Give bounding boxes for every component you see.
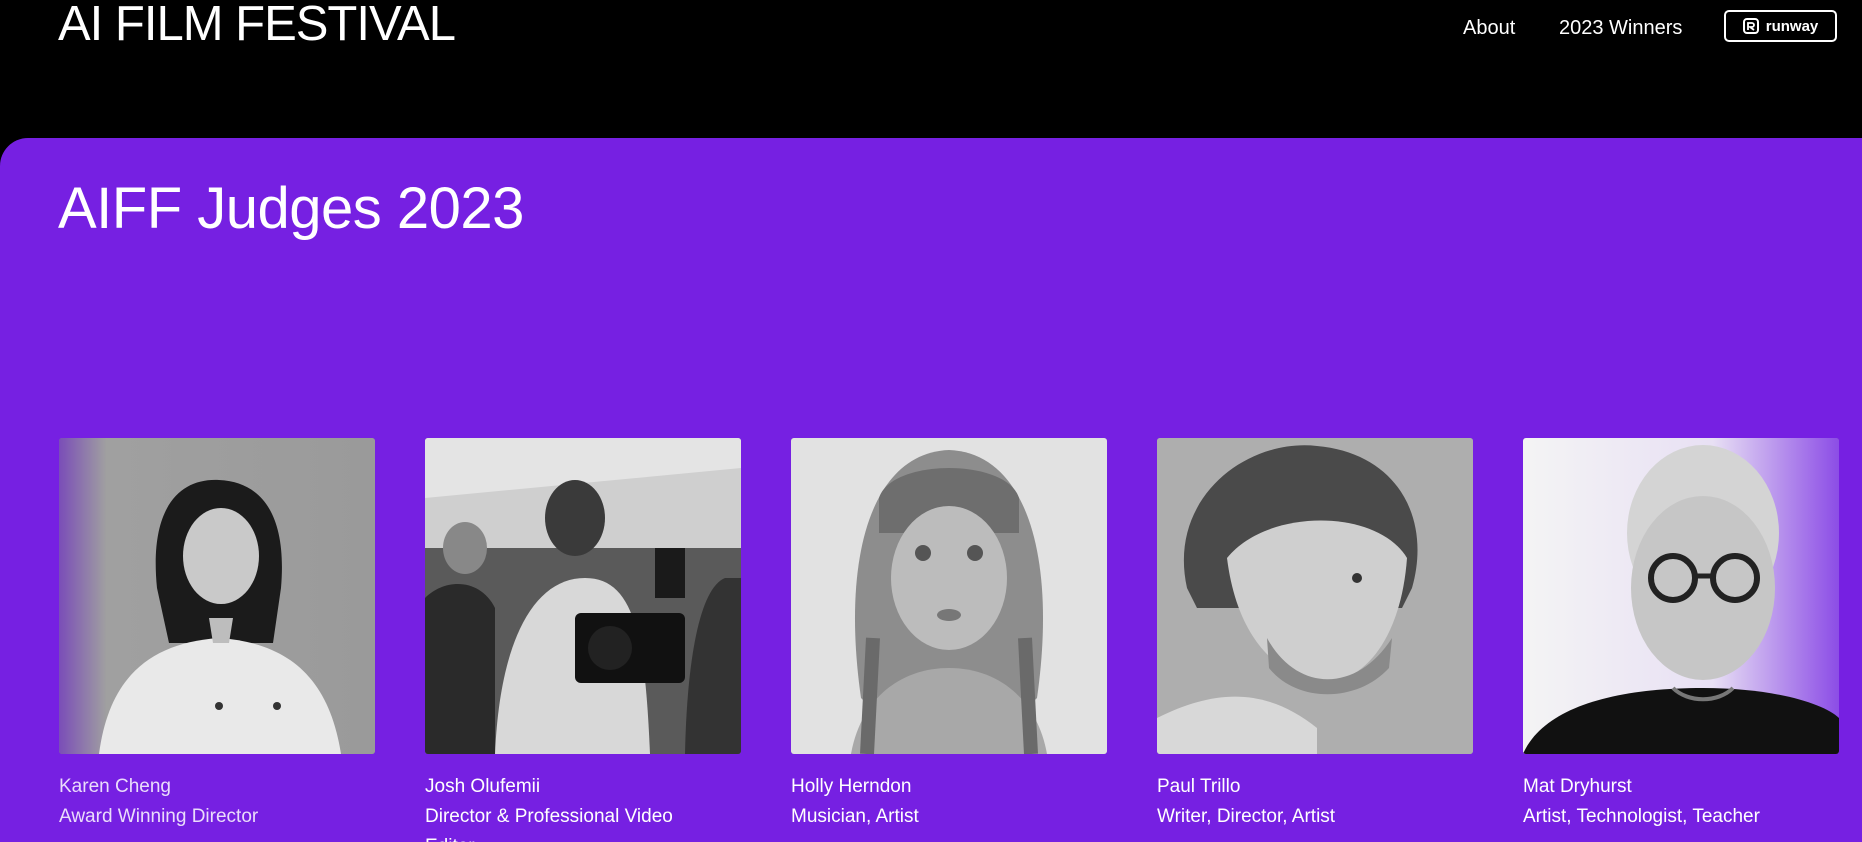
judge-role: Musician, Artist (791, 806, 919, 827)
judge-photo (1523, 438, 1839, 754)
nav-link-about[interactable]: About (1463, 14, 1515, 42)
site-header: AI FILM FESTIVAL About 2023 Winners runw… (0, 0, 1862, 140)
judge-role: Director & Professional Video Editor (425, 806, 673, 842)
judge-card[interactable]: Mat Dryhurst Artist, Technologist, Teach… (1523, 438, 1839, 832)
judge-card[interactable]: Josh Olufemii Director & Professional Vi… (425, 438, 741, 842)
judge-role: Artist, Technologist, Teacher (1523, 806, 1760, 827)
judge-role: Award Winning Director (59, 806, 259, 827)
judge-photo (791, 438, 1107, 754)
judge-photo (425, 438, 741, 754)
judge-name: Josh Olufemii (425, 776, 541, 797)
judge-photo (59, 438, 375, 754)
nav-link-2023-winners[interactable]: 2023 Winners (1559, 14, 1682, 42)
judge-name: Holly Herndon (791, 776, 912, 797)
judge-name: Paul Trillo (1157, 776, 1241, 797)
judge-card[interactable]: Holly Herndon Musician, Artist (791, 438, 1107, 832)
page-title: AIFF Judges 2023 (58, 176, 524, 241)
judge-photo (1157, 438, 1473, 754)
judge-name: Mat Dryhurst (1523, 776, 1632, 797)
judges-panel: AIFF Judges 2023 Karen Cheng Award Winni… (0, 138, 1862, 842)
judge-name: Karen Cheng (59, 776, 171, 797)
site-logo[interactable]: AI FILM FESTIVAL (58, 0, 456, 54)
judge-card[interactable]: Paul Trillo Writer, Director, Artist (1157, 438, 1473, 832)
runway-button-label: runway (1765, 17, 1819, 35)
runway-logo-icon (1742, 18, 1759, 34)
runway-button[interactable]: runway (1724, 10, 1837, 42)
judge-role: Writer, Director, Artist (1157, 806, 1336, 827)
judge-card[interactable]: Karen Cheng Award Winning Director (59, 438, 375, 832)
